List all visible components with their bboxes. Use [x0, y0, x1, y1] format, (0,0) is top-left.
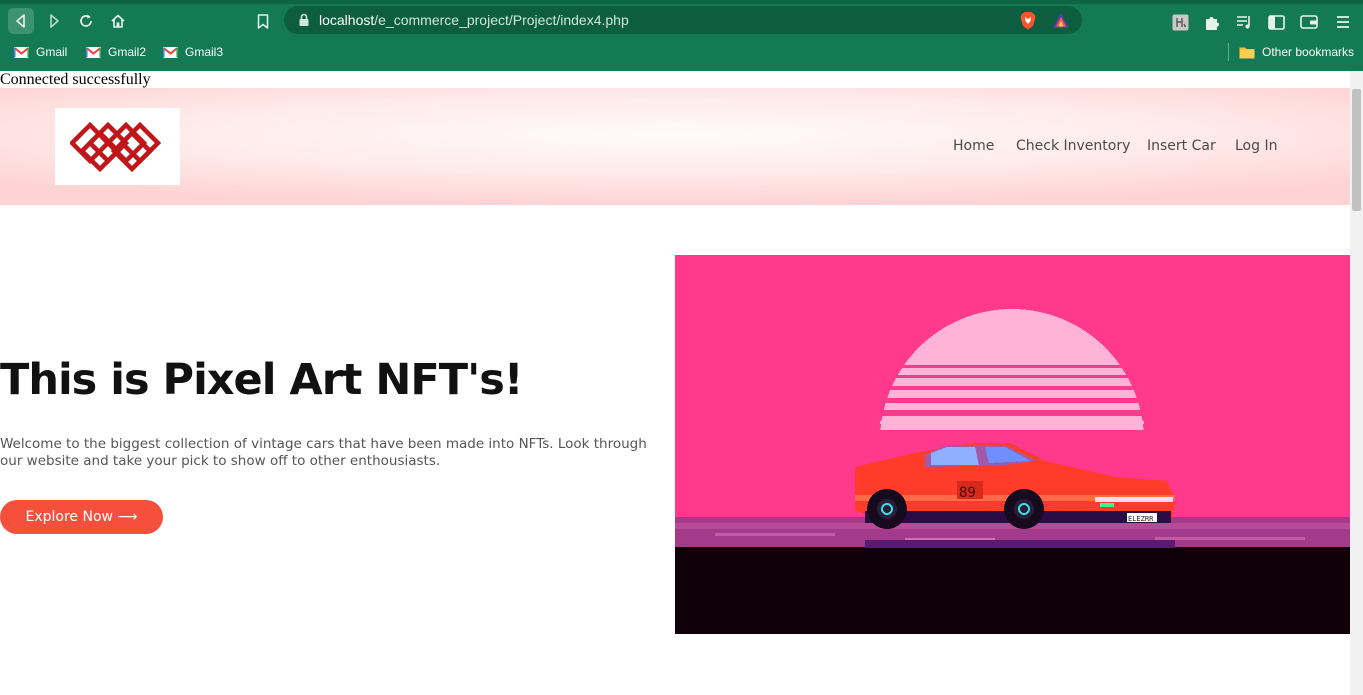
- nav-check-inventory[interactable]: Check Inventory: [1016, 138, 1130, 154]
- home-button[interactable]: [105, 8, 131, 34]
- arrow-right-icon: [50, 14, 59, 28]
- nav-insert-car[interactable]: Insert Car: [1147, 138, 1216, 154]
- back-button[interactable]: [8, 8, 34, 34]
- bookmark-gmail[interactable]: Gmail: [14, 42, 67, 62]
- connection-status-text: Connected successfully: [0, 71, 151, 88]
- url-host: localhost: [319, 12, 375, 28]
- wallet-button[interactable]: [1299, 12, 1319, 32]
- media-controls-button[interactable]: [1234, 12, 1254, 32]
- gmail-icon: [86, 46, 101, 58]
- explore-now-button[interactable]: Explore Now ⟶: [0, 500, 163, 534]
- arrow-left-icon: [16, 14, 25, 28]
- lock-icon: [299, 13, 309, 26]
- hero-description: Welcome to the biggest collection of vin…: [0, 436, 647, 469]
- wallet-icon: [1300, 15, 1318, 29]
- address-bar[interactable]: localhost/e_commerce_project/Project/ind…: [284, 6, 1082, 34]
- gmail-icon: [163, 46, 178, 58]
- url-path: /e_commerce_project/Project/index4.php: [374, 12, 629, 28]
- browser-chrome: localhost/e_commerce_project/Project/ind…: [0, 0, 1363, 71]
- car-license-plate: ELEZRR: [1128, 515, 1154, 523]
- nav-log-in[interactable]: Log In: [1235, 138, 1277, 154]
- reload-icon: [80, 14, 92, 27]
- sidebar-button[interactable]: [1266, 12, 1286, 32]
- hero-title: This is Pixel Art NFT's!: [0, 355, 523, 405]
- reload-button[interactable]: [73, 8, 99, 34]
- other-bookmarks-folder[interactable]: Other bookmarks: [1239, 42, 1354, 62]
- bookmark-label: Gmail2: [108, 45, 147, 59]
- page-viewport: Connected successfully Home Check Invent…: [0, 71, 1350, 695]
- other-bookmarks-label: Other bookmarks: [1262, 45, 1355, 59]
- sidebar-icon: [1267, 14, 1285, 30]
- home-icon: [111, 14, 125, 28]
- extension-icon: [1172, 14, 1188, 30]
- puzzle-icon: [1205, 16, 1219, 30]
- bookmarks-divider: [1228, 43, 1229, 61]
- folder-icon: [1239, 47, 1255, 58]
- site-logo[interactable]: [55, 108, 180, 185]
- scrollbar-thumb[interactable]: [1352, 89, 1361, 211]
- site-header: Home Check Inventory Insert Car Log In: [0, 88, 1350, 205]
- diamond-logo-icon: [69, 121, 161, 172]
- browser-toolbar: localhost/e_commerce_project/Project/ind…: [0, 4, 1363, 36]
- bookmark-label: Gmail3: [185, 45, 224, 59]
- nav-home[interactable]: Home: [953, 138, 994, 154]
- hamburger-menu-icon: [1337, 16, 1349, 28]
- bookmark-gmail3[interactable]: Gmail3: [163, 42, 223, 62]
- bookmark-label: Gmail: [36, 45, 68, 59]
- car-door-number: 89: [959, 485, 976, 501]
- playlist-icon: [1236, 15, 1250, 28]
- bookmarks-bar: Gmail Gmail2 Gmail3 Other bookmarks: [0, 40, 1363, 64]
- bookmark-icon: [257, 13, 269, 29]
- page-scrollbar[interactable]: [1350, 71, 1363, 695]
- brave-rewards-icon[interactable]: [1052, 12, 1070, 29]
- url-text[interactable]: localhost/e_commerce_project/Project/ind…: [319, 12, 629, 28]
- pixel-art-car-image: 89 ELEZRR: [675, 255, 1350, 634]
- bookmark-gmail2[interactable]: Gmail2: [86, 42, 146, 62]
- forward-button[interactable]: [41, 8, 67, 34]
- bookmark-page-button[interactable]: [252, 11, 274, 31]
- main-menu-button[interactable]: [1333, 12, 1353, 32]
- brave-shields-icon[interactable]: [1019, 11, 1037, 30]
- gmail-icon: [14, 46, 29, 58]
- extensions-button[interactable]: [1202, 12, 1222, 32]
- extension-avatar-button[interactable]: [1170, 12, 1190, 32]
